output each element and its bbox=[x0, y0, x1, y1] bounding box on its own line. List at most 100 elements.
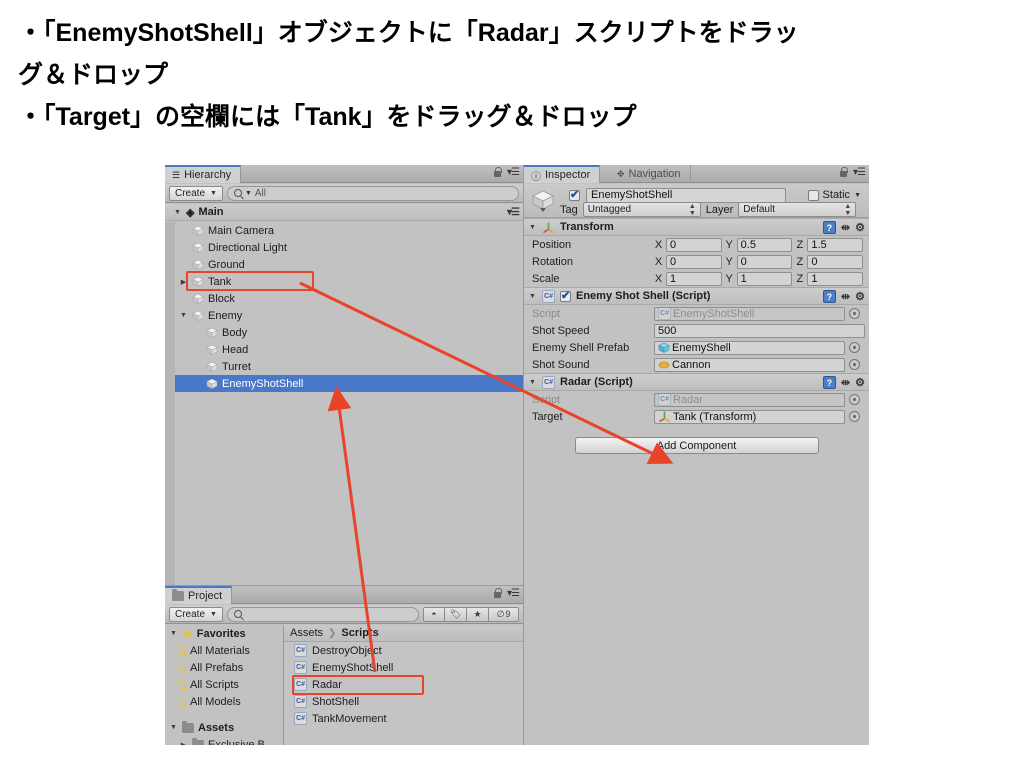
vector3-z-input[interactable]: 1.5 bbox=[807, 237, 864, 252]
vector3-z-input[interactable]: 0 bbox=[807, 254, 864, 269]
add-component-button[interactable]: Add Component bbox=[574, 437, 819, 454]
object-picker-icon[interactable] bbox=[849, 394, 860, 405]
project-favorite-all-prefabs[interactable]: All Prefabs bbox=[165, 659, 283, 676]
gameobject-enabled-checkbox[interactable] bbox=[569, 188, 580, 201]
vector3-y-input[interactable]: 0 bbox=[736, 254, 793, 269]
project-favorites-header[interactable]: ▼ ★ Favorites bbox=[165, 625, 283, 642]
project-assets-child[interactable]: ▶ Exclusive B bbox=[165, 736, 283, 745]
object-field[interactable]: C# Radar bbox=[654, 392, 845, 407]
component-header[interactable]: ▼ C# Radar (Script)? ⇹ ⚙ bbox=[524, 373, 869, 391]
component-header[interactable]: ▼ Transform? ⇹ ⚙ bbox=[524, 218, 869, 236]
project-asset-destroyobject[interactable]: C# DestroyObject bbox=[284, 642, 523, 659]
hidden-toggle-icon[interactable]: ∅ 9 bbox=[489, 606, 519, 622]
object-field[interactable]: Tank (Transform) bbox=[654, 409, 845, 424]
project-asset-enemyshotshell[interactable]: C# EnemyShotShell bbox=[284, 659, 523, 676]
object-field-value: Cannon bbox=[672, 358, 711, 371]
tab-navigation[interactable]: ✥ Navigation bbox=[610, 165, 691, 183]
gear-icon[interactable]: ⚙ bbox=[855, 376, 865, 389]
tab-project[interactable]: Project bbox=[165, 586, 233, 604]
component-enabled-checkbox[interactable] bbox=[560, 289, 571, 302]
expander-icon[interactable]: ▶ bbox=[179, 244, 188, 252]
component-expander-icon[interactable]: ▼ bbox=[528, 379, 537, 386]
preset-icon[interactable]: ⇹ bbox=[841, 290, 850, 303]
layer-dropdown[interactable]: Default ▲ ▼ bbox=[738, 202, 857, 217]
object-picker-icon[interactable] bbox=[849, 308, 860, 319]
project-asset-shotshell[interactable]: C# ShotShell bbox=[284, 693, 523, 710]
lock-icon[interactable] bbox=[839, 167, 849, 178]
scene-expander-icon[interactable]: ▼ bbox=[173, 209, 182, 216]
preset-icon[interactable]: ⇹ bbox=[841, 221, 850, 234]
gameobject-name-input[interactable]: EnemyShotShell bbox=[586, 188, 786, 203]
chevron-down-icon[interactable]: ▼ bbox=[854, 192, 861, 199]
expander-icon[interactable]: ▶ bbox=[193, 380, 202, 388]
project-favorite-all-materials[interactable]: All Materials bbox=[165, 642, 283, 659]
hierarchy-scene-row[interactable]: ▼ ◈ Main ▾☰ bbox=[165, 204, 523, 221]
project-asset-tankmovement[interactable]: C# TankMovement bbox=[284, 710, 523, 727]
tag-dropdown[interactable]: Untagged ▲ ▼ bbox=[582, 202, 701, 217]
preset-icon[interactable]: ⇹ bbox=[841, 376, 850, 389]
expander-icon[interactable]: ▶ bbox=[193, 346, 202, 354]
object-filter-icon[interactable]: ◓ bbox=[423, 606, 445, 622]
gear-icon[interactable]: ⚙ bbox=[855, 290, 865, 303]
lock-icon[interactable] bbox=[493, 167, 503, 178]
vector3-x-input[interactable]: 1 bbox=[666, 271, 722, 286]
vector3-z-input[interactable]: 1 bbox=[807, 271, 864, 286]
project-assets-header[interactable]: ▼ Assets bbox=[165, 719, 283, 736]
component-expander-icon[interactable]: ▼ bbox=[528, 224, 537, 231]
object-picker-icon[interactable] bbox=[849, 359, 860, 370]
help-icon[interactable]: ? bbox=[822, 290, 836, 303]
object-picker-icon[interactable] bbox=[849, 342, 860, 353]
expander-icon[interactable]: ▼ bbox=[179, 312, 188, 319]
gear-icon[interactable]: ⚙ bbox=[855, 221, 865, 234]
object-picker-icon[interactable] bbox=[849, 411, 860, 422]
object-field[interactable]: Cannon bbox=[654, 357, 845, 372]
expander-icon[interactable]: ▶ bbox=[193, 363, 202, 371]
breadcrumb-scripts[interactable]: Scripts bbox=[341, 627, 378, 639]
project-search-input[interactable] bbox=[226, 606, 419, 622]
panel-menu-icon[interactable]: ▾☰ bbox=[853, 167, 866, 178]
hierarchy-item-turret[interactable]: ▶ Turret bbox=[165, 358, 523, 375]
number-input[interactable]: 500 bbox=[654, 323, 865, 338]
hierarchy-item-enemy[interactable]: ▼ Enemy bbox=[165, 307, 523, 324]
object-field[interactable]: C# EnemyShotShell bbox=[654, 306, 845, 321]
tab-inspector[interactable]: ⓘ Inspector bbox=[524, 165, 601, 183]
vector3-x-input[interactable]: 0 bbox=[666, 254, 722, 269]
hierarchy-search-input[interactable]: ▼ All bbox=[226, 185, 519, 201]
static-checkbox[interactable] bbox=[807, 189, 819, 201]
static-toggle[interactable]: Static ▼ bbox=[807, 189, 861, 201]
project-favorite-all-scripts[interactable]: All Scripts bbox=[165, 676, 283, 693]
hierarchy-item-block[interactable]: ▶ Block bbox=[165, 290, 523, 307]
hierarchy-item-head[interactable]: ▶ Head bbox=[165, 341, 523, 358]
tab-hierarchy[interactable]: ☰ Hierarchy bbox=[165, 165, 242, 183]
component-expander-icon[interactable]: ▼ bbox=[528, 293, 537, 300]
expander-icon[interactable]: ▶ bbox=[193, 329, 202, 337]
vector3-y-input[interactable]: 1 bbox=[736, 271, 793, 286]
assets-child-expander-icon[interactable]: ▶ bbox=[179, 741, 188, 746]
lock-icon[interactable] bbox=[493, 588, 503, 599]
panel-menu-icon[interactable]: ▾☰ bbox=[507, 588, 520, 599]
vector3-y-input[interactable]: 0.5 bbox=[736, 237, 793, 252]
expander-icon[interactable]: ▶ bbox=[179, 261, 188, 269]
search-icon bbox=[233, 189, 242, 197]
scene-menu-icon[interactable]: ▾☰ bbox=[507, 207, 520, 218]
hierarchy-item-body[interactable]: ▶ Body bbox=[165, 324, 523, 341]
hierarchy-item-main-camera[interactable]: ▶ Main Camera bbox=[165, 222, 523, 239]
hierarchy-item-enemyshotshell[interactable]: ▶ EnemyShotShell bbox=[165, 375, 523, 392]
expander-icon[interactable]: ▶ bbox=[179, 227, 188, 235]
label-filter-icon[interactable]: 🏷 bbox=[445, 606, 467, 622]
breadcrumb-assets[interactable]: Assets bbox=[290, 627, 323, 639]
project-favorite-all-models[interactable]: All Models bbox=[165, 693, 283, 710]
project-create-button[interactable]: Create ▼ bbox=[169, 606, 223, 622]
help-icon[interactable]: ? bbox=[822, 376, 836, 389]
hierarchy-create-button[interactable]: Create ▼ bbox=[169, 185, 223, 201]
vector3-x-input[interactable]: 0 bbox=[666, 237, 722, 252]
component-header[interactable]: ▼ C# Enemy Shot Shell (Script)? ⇹ ⚙ bbox=[524, 287, 869, 305]
help-icon[interactable]: ? bbox=[822, 221, 836, 234]
expander-icon[interactable]: ▶ bbox=[179, 295, 188, 303]
panel-menu-icon[interactable]: ▾☰ bbox=[507, 167, 520, 178]
assets-expander-icon[interactable]: ▼ bbox=[169, 724, 178, 731]
hierarchy-item-directional-light[interactable]: ▶ Directional Light bbox=[165, 239, 523, 256]
favorites-expander-icon[interactable]: ▼ bbox=[169, 630, 178, 637]
object-field[interactable]: EnemyShell bbox=[654, 340, 845, 355]
favorite-star-icon[interactable]: ★ bbox=[467, 606, 489, 622]
